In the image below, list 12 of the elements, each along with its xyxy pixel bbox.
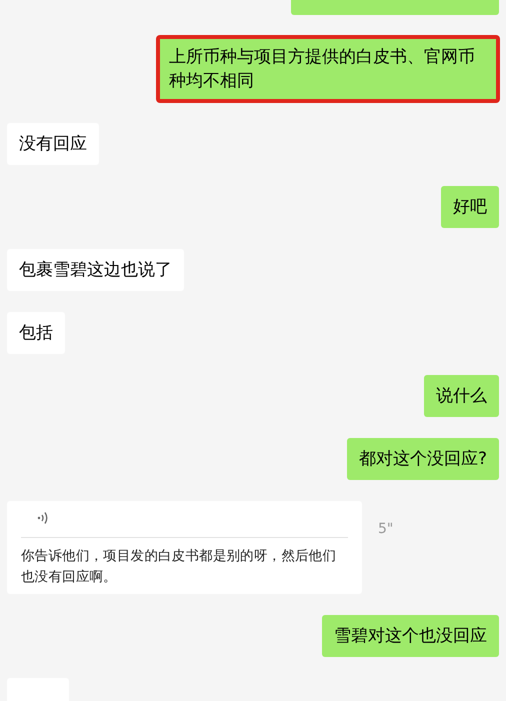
voice-wave-icon	[37, 511, 49, 525]
message-bubble: 说什么	[424, 375, 499, 417]
message-bubble: 上所币种与项目方提供的白皮书、官网币种均不相同	[157, 36, 499, 102]
voice-message-card[interactable]: 你告诉他们，项目发的白皮书都是别的呀，然后他们也没有回应啊。	[7, 501, 362, 594]
voice-transcript: 你告诉他们，项目发的白皮书都是别的呀，然后他们也没有回应啊。	[21, 547, 338, 587]
message-bubble: 包括	[7, 312, 65, 354]
message-bubble: 好吧	[441, 186, 499, 228]
message-bubble: 都对这个没回应?	[346, 438, 499, 480]
message-bubble: 包裹雪碧这边也说了	[7, 249, 184, 291]
voice-duration: 5"	[378, 520, 394, 539]
message-bubble: 没有回应	[7, 123, 99, 165]
message-bubble: 雪碧对这个也没回应	[322, 615, 499, 657]
